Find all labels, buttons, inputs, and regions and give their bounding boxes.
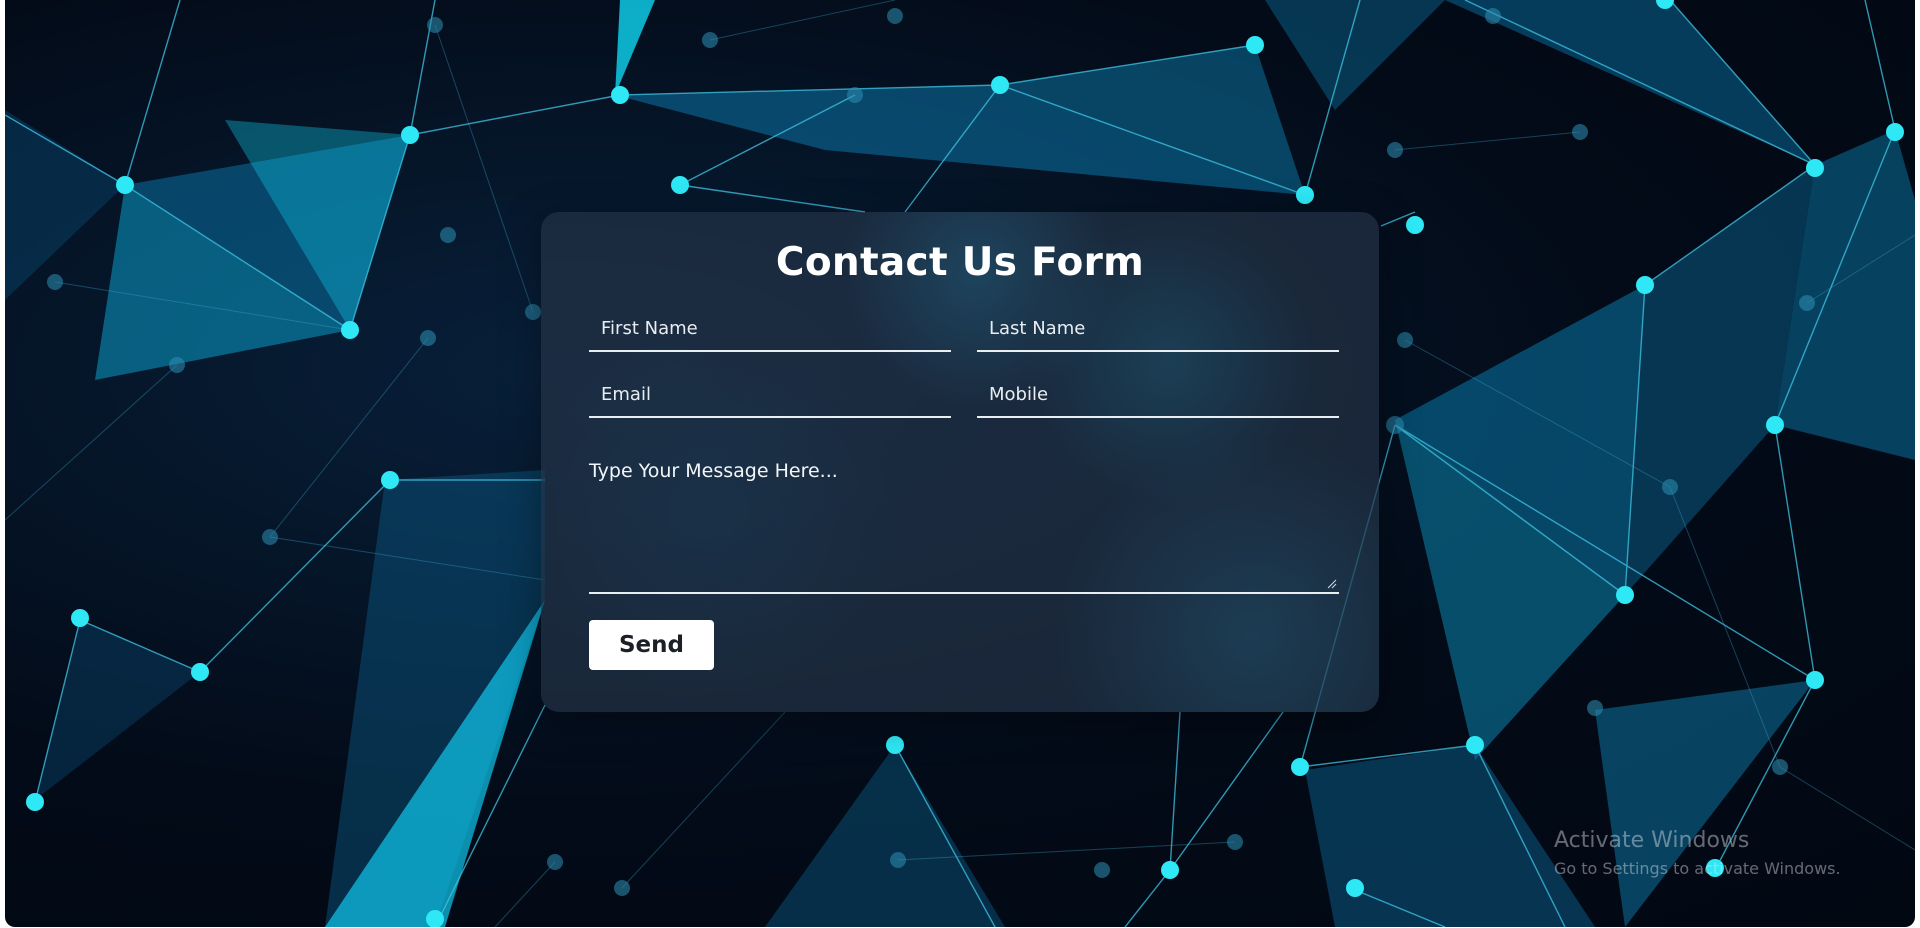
watermark-subtitle: Go to Settings to activate Windows. [1554,859,1841,878]
message-textarea[interactable]: Type Your Message Here... [589,452,1339,594]
activate-windows-watermark: Activate Windows Go to Settings to activ… [1554,828,1841,878]
first-name-placeholder: First Name [601,318,698,339]
contact-form-card: Contact Us Form First Name Last Name Ema… [541,212,1379,712]
last-name-input[interactable]: Last Name [977,310,1339,352]
form-title: Contact Us Form [775,240,1145,285]
last-name-placeholder: Last Name [989,318,1086,339]
email-placeholder: Email [601,384,651,405]
mobile-placeholder: Mobile [989,384,1049,405]
watermark-title: Activate Windows [1554,828,1750,853]
mobile-input[interactable]: Mobile [977,376,1339,418]
email-input[interactable]: Email [589,376,951,418]
page-background: Contact Us Form First Name Last Name Ema… [5,0,1915,927]
message-placeholder: Type Your Message Here... [589,460,838,482]
resize-handle-icon[interactable] [1327,579,1337,589]
send-button[interactable]: Send [589,620,714,670]
first-name-input[interactable]: First Name [589,310,951,352]
